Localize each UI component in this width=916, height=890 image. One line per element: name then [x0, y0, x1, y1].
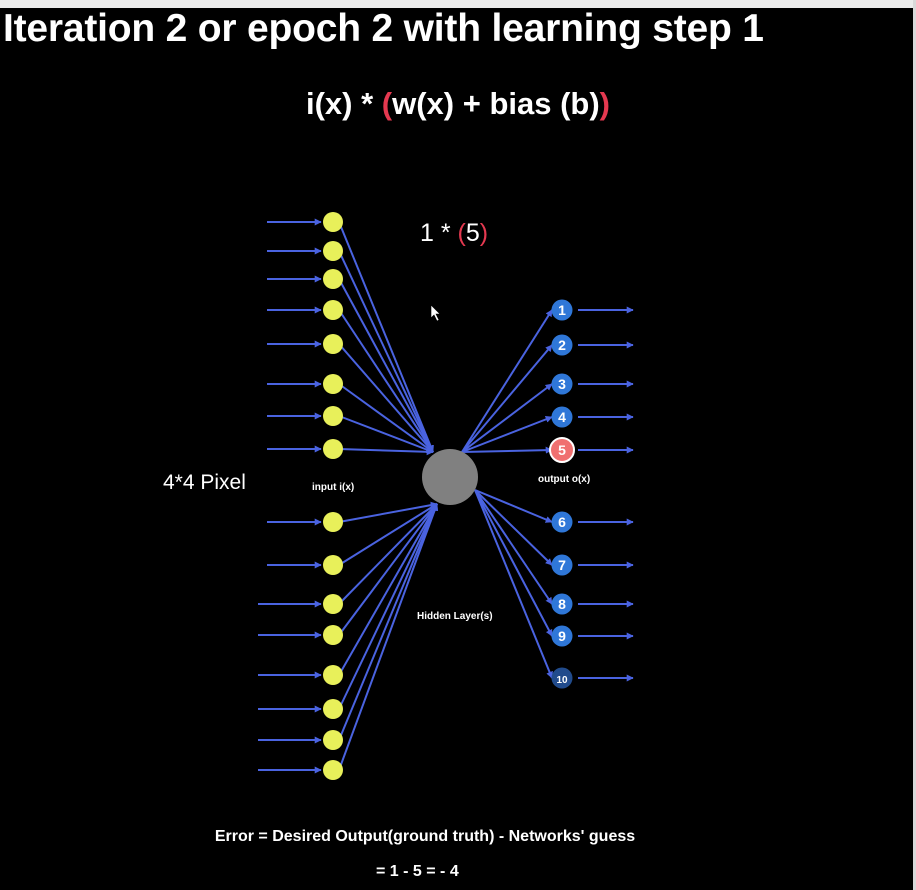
neural-network-diagram: 1 2 3 4 5 6 7 8 9 10	[258, 212, 634, 780]
output-node-label: 8	[558, 596, 566, 612]
input-nodes	[323, 212, 343, 780]
output-connection	[461, 446, 553, 454]
output-node-9: 9	[551, 625, 573, 647]
input-arrows	[258, 218, 322, 774]
pixel-label: 4*4 Pixel	[163, 471, 246, 494]
input-connection	[338, 503, 439, 771]
input-node	[323, 374, 343, 394]
output-node-7: 7	[551, 554, 573, 576]
input-node	[323, 594, 343, 614]
input-connection	[338, 278, 434, 453]
mouse-cursor-icon	[430, 304, 441, 322]
input-to-hidden-connections	[338, 221, 439, 771]
input-node	[323, 699, 343, 719]
output-node-label: 4	[558, 409, 566, 425]
output-node-5: 5	[549, 437, 575, 463]
input-node	[323, 665, 343, 685]
input-node	[323, 625, 343, 645]
output-node-label: 1	[558, 302, 566, 318]
input-node	[323, 439, 343, 459]
input-node	[323, 212, 343, 232]
output-node-1: 1	[551, 299, 573, 321]
output-node-label: 2	[558, 337, 566, 353]
error-result: = 1 - 5 = - 4	[376, 863, 459, 880]
output-node-label: 10	[556, 675, 568, 686]
hidden-layer-label: Hidden Layer(s)	[417, 611, 493, 622]
output-node-6: 6	[551, 511, 573, 533]
input-connection	[338, 309, 434, 453]
output-node-label: 5	[558, 442, 566, 458]
output-node-label: 3	[558, 376, 566, 392]
input-layer-label: input i(x)	[312, 482, 355, 493]
input-node	[323, 760, 343, 780]
input-node	[323, 555, 343, 575]
input-connection	[338, 448, 434, 456]
output-connection	[461, 344, 553, 453]
input-node	[323, 406, 343, 426]
output-node-8: 8	[551, 593, 573, 615]
input-node	[323, 241, 343, 261]
input-node	[323, 269, 343, 289]
output-node-10: 10	[551, 667, 573, 689]
hidden-node	[422, 449, 478, 505]
input-node	[323, 730, 343, 750]
output-node-label: 6	[558, 514, 566, 530]
output-node-4: 4	[551, 406, 573, 428]
error-equation: Error = Desired Output(ground truth) - N…	[214, 828, 636, 845]
output-node-2: 2	[551, 334, 573, 356]
output-connection	[461, 309, 553, 453]
output-connection	[474, 489, 553, 566]
output-node-label: 7	[558, 557, 566, 573]
input-node	[323, 334, 343, 354]
output-connection	[461, 383, 553, 453]
input-node	[323, 512, 343, 532]
output-layer-label: output o(x)	[538, 474, 591, 485]
slide: Iteration 2 or epoch 2 with learning ste…	[0, 0, 916, 890]
output-node-label: 9	[558, 628, 566, 644]
output-connection	[474, 489, 553, 605]
output-arrows	[578, 306, 634, 682]
output-node-3: 3	[551, 373, 573, 395]
output-nodes: 1 2 3 4 5 6 7 8 9 10	[549, 299, 575, 689]
input-node	[323, 300, 343, 320]
input-connection	[338, 343, 434, 453]
